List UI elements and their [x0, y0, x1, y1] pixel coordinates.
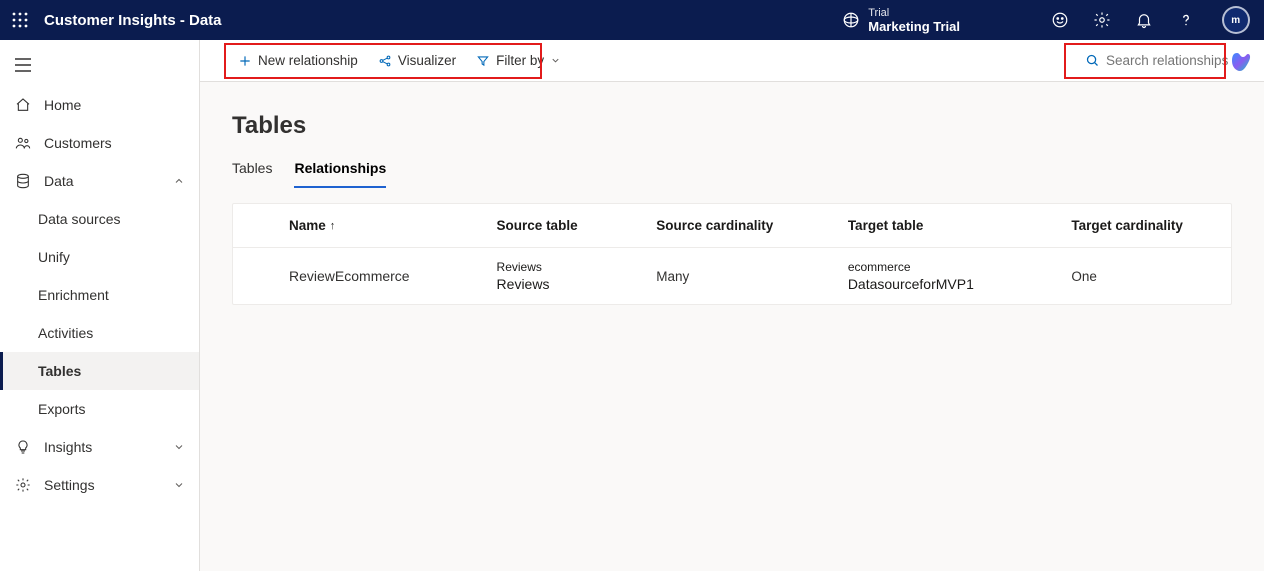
sidebar-item-data[interactable]: Data — [0, 162, 199, 200]
column-header-source-cardinality[interactable]: Source cardinality — [656, 218, 848, 233]
main-content: New relationship Visualizer Filter by — [200, 40, 1264, 571]
sidebar-item-unify[interactable]: Unify — [0, 238, 199, 276]
environment-name: Marketing Trial — [868, 20, 960, 34]
help-button[interactable] — [1176, 10, 1196, 30]
cell-major: Reviews — [497, 276, 657, 292]
sort-ascending-icon: ↑ — [330, 220, 336, 232]
question-icon — [1177, 11, 1195, 29]
column-label: Target cardinality — [1071, 218, 1183, 233]
column-label: Name — [289, 218, 326, 233]
sidebar-toggle[interactable] — [2, 44, 44, 86]
account-avatar[interactable]: m — [1222, 6, 1250, 34]
column-header-source-table[interactable]: Source table — [497, 218, 657, 233]
header-actions: m — [1050, 6, 1250, 34]
cell-target-cardinality: One — [1071, 269, 1231, 284]
cell-source-table: Reviews Reviews — [497, 260, 657, 292]
sidebar-item-label: Customers — [44, 135, 112, 151]
table-header-row: Name ↑ Source table Source cardinality T… — [233, 204, 1231, 248]
chevron-up-icon — [173, 175, 185, 187]
sidebar-item-activities[interactable]: Activities — [0, 314, 199, 352]
search-icon — [1085, 53, 1100, 68]
environment-label: Trial — [868, 6, 960, 20]
hamburger-icon — [14, 58, 32, 72]
filter-by-button[interactable]: Filter by — [468, 47, 569, 75]
column-label: Target table — [848, 218, 924, 233]
waffle-icon — [12, 12, 28, 28]
column-header-target-cardinality[interactable]: Target cardinality — [1071, 218, 1231, 233]
search-input[interactable] — [1106, 53, 1246, 68]
table-row[interactable]: ReviewEcommerce Reviews Reviews Many eco… — [233, 248, 1231, 304]
sidebar-item-label: Home — [44, 97, 81, 113]
column-label: Source cardinality — [656, 218, 773, 233]
gear-icon — [14, 477, 32, 493]
tabs: Tables Relationships — [232, 154, 1232, 189]
smile-icon — [1051, 11, 1069, 29]
gear-icon — [1093, 11, 1111, 29]
database-icon — [14, 173, 32, 189]
sidebar-item-home[interactable]: Home — [0, 86, 199, 124]
cell-source-cardinality: Many — [656, 269, 848, 284]
sidebar: Home Customers Data Data sources Unify E… — [0, 40, 200, 571]
button-label: New relationship — [258, 53, 358, 68]
page-body: Tables Tables Relationships Name ↑ Sourc… — [200, 82, 1264, 305]
copilot-icon — [1230, 50, 1254, 74]
tab-relationships[interactable]: Relationships — [294, 154, 386, 188]
chevron-down-icon — [173, 441, 185, 453]
cell-target-table: ecommerce DatasourceforMVP1 — [848, 260, 1072, 292]
app-header: Customer Insights - Data Trial Marketing… — [0, 0, 1264, 40]
sidebar-item-insights[interactable]: Insights — [0, 428, 199, 466]
app-title: Customer Insights - Data — [44, 12, 222, 29]
customers-icon — [14, 135, 32, 151]
copilot-button[interactable] — [1230, 50, 1254, 74]
button-label: Visualizer — [398, 53, 456, 68]
sidebar-item-label: Settings — [44, 477, 95, 493]
filter-icon — [476, 54, 490, 68]
lightbulb-icon — [14, 439, 32, 455]
sidebar-item-tables[interactable]: Tables — [0, 352, 199, 390]
page-title: Tables — [232, 112, 1232, 140]
column-header-name[interactable]: Name ↑ — [289, 218, 497, 233]
column-header-target-table[interactable]: Target table — [848, 218, 1072, 233]
cell-major: DatasourceforMVP1 — [848, 276, 1072, 292]
sidebar-item-exports[interactable]: Exports — [0, 390, 199, 428]
sidebar-item-label: Insights — [44, 439, 92, 455]
sidebar-item-label: Data sources — [38, 211, 120, 227]
notifications-button[interactable] — [1134, 10, 1154, 30]
sidebar-item-data-sources[interactable]: Data sources — [0, 200, 199, 238]
search-relationships[interactable] — [1079, 46, 1252, 76]
cell-name: ReviewEcommerce — [289, 268, 497, 284]
home-icon — [14, 97, 32, 113]
feedback-button[interactable] — [1050, 10, 1070, 30]
sidebar-item-label: Enrichment — [38, 287, 109, 303]
sidebar-item-label: Tables — [38, 363, 81, 379]
environment-text: Trial Marketing Trial — [868, 6, 960, 34]
new-relationship-button[interactable]: New relationship — [230, 47, 366, 75]
sidebar-item-enrichment[interactable]: Enrichment — [0, 276, 199, 314]
bell-icon — [1135, 11, 1153, 29]
cell-minor: Reviews — [497, 260, 657, 274]
environment-picker[interactable]: Trial Marketing Trial — [842, 6, 960, 34]
relationships-table: Name ↑ Source table Source cardinality T… — [232, 203, 1232, 305]
chevron-down-icon — [550, 55, 561, 66]
sidebar-item-label: Unify — [38, 249, 70, 265]
sidebar-item-label: Exports — [38, 401, 85, 417]
sidebar-item-customers[interactable]: Customers — [0, 124, 199, 162]
sidebar-item-settings[interactable]: Settings — [0, 466, 199, 504]
cell-minor: ecommerce — [848, 260, 1072, 274]
environment-icon — [842, 11, 860, 29]
app-launcher-button[interactable] — [4, 4, 36, 36]
settings-button[interactable] — [1092, 10, 1112, 30]
share-icon — [378, 54, 392, 68]
tab-tables[interactable]: Tables — [232, 154, 272, 188]
button-label: Filter by — [496, 53, 544, 68]
column-label: Source table — [497, 218, 578, 233]
plus-icon — [238, 54, 252, 68]
visualizer-button[interactable]: Visualizer — [370, 47, 464, 75]
sidebar-item-label: Data — [44, 173, 74, 189]
command-bar: New relationship Visualizer Filter by — [200, 40, 1264, 82]
chevron-down-icon — [173, 479, 185, 491]
sidebar-item-label: Activities — [38, 325, 93, 341]
